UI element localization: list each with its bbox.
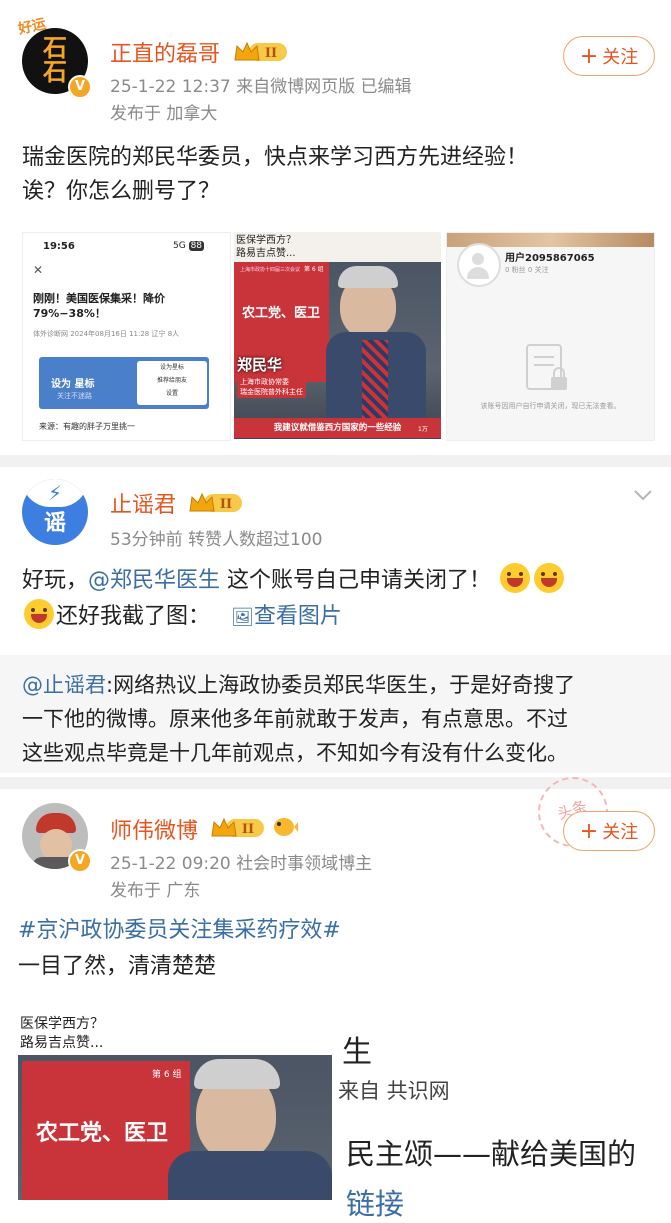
post-meta: 25-1-22 09:20 社会时事领域博主 xyxy=(110,854,373,874)
crown-badge-icon: II xyxy=(234,41,287,61)
svg-text:II: II xyxy=(265,46,277,61)
article-headline: 刚刚！美国医保集采！降价79%−38%！ xyxy=(33,292,165,320)
post-1: 石石 V 好运 正直的磊哥 II 25-1-22 12:37 来自微博网页版 已… xyxy=(0,0,671,455)
verified-icon: V xyxy=(68,75,92,99)
status-time: 19:56 xyxy=(43,241,75,252)
user-avatar-placeholder xyxy=(457,243,501,287)
article-preview[interactable]: 生 来自 共识网 民主颂——献给美国的 链接 xyxy=(332,1011,671,1221)
crown-badge-icon: II xyxy=(211,817,264,837)
locked-document-icon xyxy=(526,344,567,390)
article-source: 体外诊断网 2024年08月16日 11:28 辽宁 8人 xyxy=(33,330,180,338)
close-icon[interactable]: ✕ xyxy=(33,263,43,277)
post-meta: 25-1-22 12:37 来自微博网页版 已编辑 xyxy=(110,77,412,97)
post-location: 发布于 加拿大 xyxy=(110,104,218,124)
status-signal: 5G 88 xyxy=(173,241,205,251)
laughing-emoji-icon xyxy=(534,563,565,593)
person-hair xyxy=(338,266,398,288)
deleted-notice: 该账号因用户自行申请关闭，现已无法查看。 xyxy=(480,402,621,410)
laughing-emoji-icon xyxy=(500,563,531,593)
overlay-subtitle: 我建议就借鉴西方国家的一些经验 xyxy=(234,418,441,438)
post-location: 发布于 广东 xyxy=(110,881,201,901)
post-image-2[interactable]: 医保学西方？ 路易吉点赞... 上海市政协十四届三次会议 第 6 组 农工党、医… xyxy=(234,232,441,439)
image-footer: 来源：有趣的胖子万里挑一 xyxy=(39,422,135,431)
verified-icon: V xyxy=(68,849,92,873)
repost-quote[interactable]: @止谣君:网络热议上海政协委员郑民华医生，于是好奇搜了 一下他的微博。原来他多年… xyxy=(0,655,671,773)
post-2: 谣 ⚡ 止谣君 II 53分钟前 转赞人数超过100 好玩，@郑民华医生 这个账… xyxy=(0,467,671,777)
lightning-icon: ⚡ xyxy=(48,481,63,505)
svg-text:II: II xyxy=(220,497,232,512)
deleted-username: 用户2095867065 xyxy=(505,253,595,264)
post-text-line-1: 瑞金医院的郑民华委员，快点来学习西方先进经验！ xyxy=(22,145,529,170)
post-meta: 53分钟前 转赞人数超过100 xyxy=(110,530,323,550)
red-plaque: 第 6 组 农工党、医卫 xyxy=(22,1061,190,1200)
svg-text:II: II xyxy=(242,822,254,837)
author-name[interactable]: 师伟微博 xyxy=(110,813,198,845)
author-name[interactable]: 止谣君 xyxy=(110,487,176,519)
person-hair xyxy=(194,1059,280,1089)
post-text: 一目了然，清清楚楚 xyxy=(18,954,217,979)
post-text-line-1: 好玩，@郑民华医生 这个账号自己申请关闭了！ xyxy=(22,563,566,599)
topic-link[interactable]: #京沪政协委员关注集采药疗效# xyxy=(18,913,341,949)
post-text-line-2: 还好我截了图： 🖼查看图片 xyxy=(22,599,342,636)
plus-icon: + xyxy=(579,818,599,844)
post-separator xyxy=(0,455,671,467)
person-body xyxy=(168,1151,332,1200)
star-banner: 设为 星标 关注不迷路 设为星标 推荐给朋友 设置 xyxy=(39,357,209,409)
laughing-emoji-icon xyxy=(24,599,54,629)
post-3: 头条 V 师伟微博 II 25-1-22 09:20 社会时事领域博主 发布于 … xyxy=(0,767,671,1221)
crown-badge-icon: II xyxy=(189,492,242,512)
overlay-title: 上海市政协常委 瑞金医院普外科主任 xyxy=(237,376,306,398)
author-avatar[interactable]: 谣 ⚡ xyxy=(22,479,88,545)
plus-icon: + xyxy=(579,43,599,69)
author-name[interactable]: 正直的磊哥 xyxy=(110,36,220,68)
quote-author-link[interactable]: @止谣君 xyxy=(22,673,106,697)
pufferfish-icon xyxy=(274,818,298,836)
post-image-1[interactable]: 19:56 5G 88 ✕ 刚刚！美国医保集采！降价79%−38%！ 体外诊断网… xyxy=(22,232,231,441)
post-text-line-2: 诶？你怎么删号了？ xyxy=(22,179,221,204)
view-image-link[interactable]: 🖼查看图片 xyxy=(231,604,342,629)
overlay-name: 郑民华 xyxy=(237,356,283,374)
post-image-3[interactable]: 用户2095867065 0 粉丝 0 关注 该账号因用户自行申请关闭，现已无法… xyxy=(446,232,655,441)
chevron-down-icon[interactable] xyxy=(632,487,654,503)
follow-button[interactable]: + 关注 xyxy=(563,36,655,76)
image-icon: 🖼 xyxy=(231,607,254,628)
post-image[interactable]: 医保学西方？ 路易吉点赞... 第 6 组 农工党、医卫 xyxy=(18,1011,332,1200)
mention-link[interactable]: @郑民华医生 xyxy=(88,568,220,593)
person-shirt xyxy=(362,340,388,420)
follow-button[interactable]: + 关注 xyxy=(563,811,655,851)
